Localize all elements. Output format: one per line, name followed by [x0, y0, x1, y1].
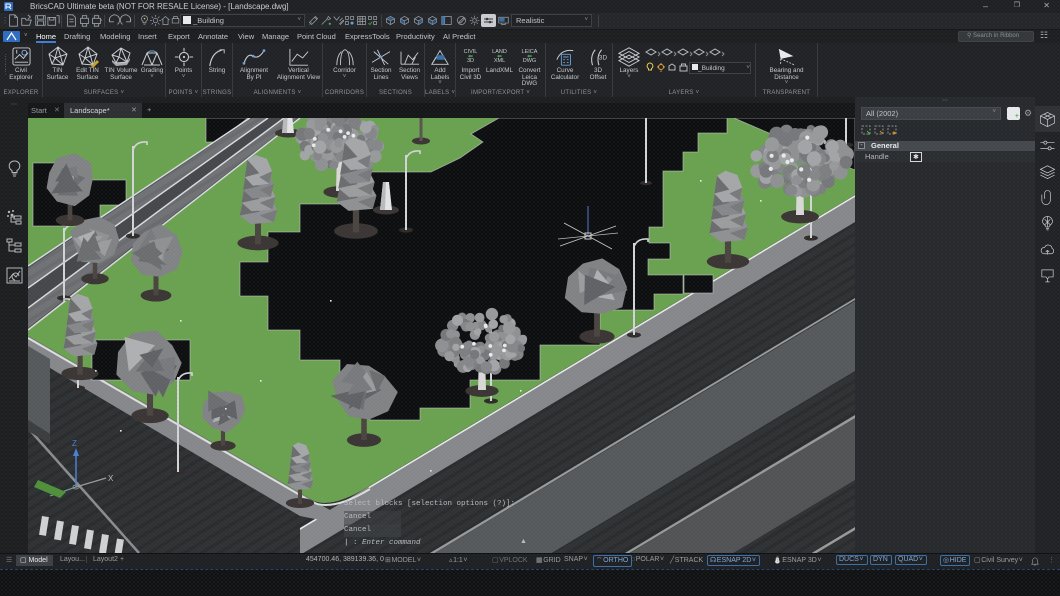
svg-text:Z: Z	[72, 439, 77, 448]
svg-text:3D: 3D	[599, 54, 608, 61]
svg-text:X: X	[108, 474, 114, 483]
